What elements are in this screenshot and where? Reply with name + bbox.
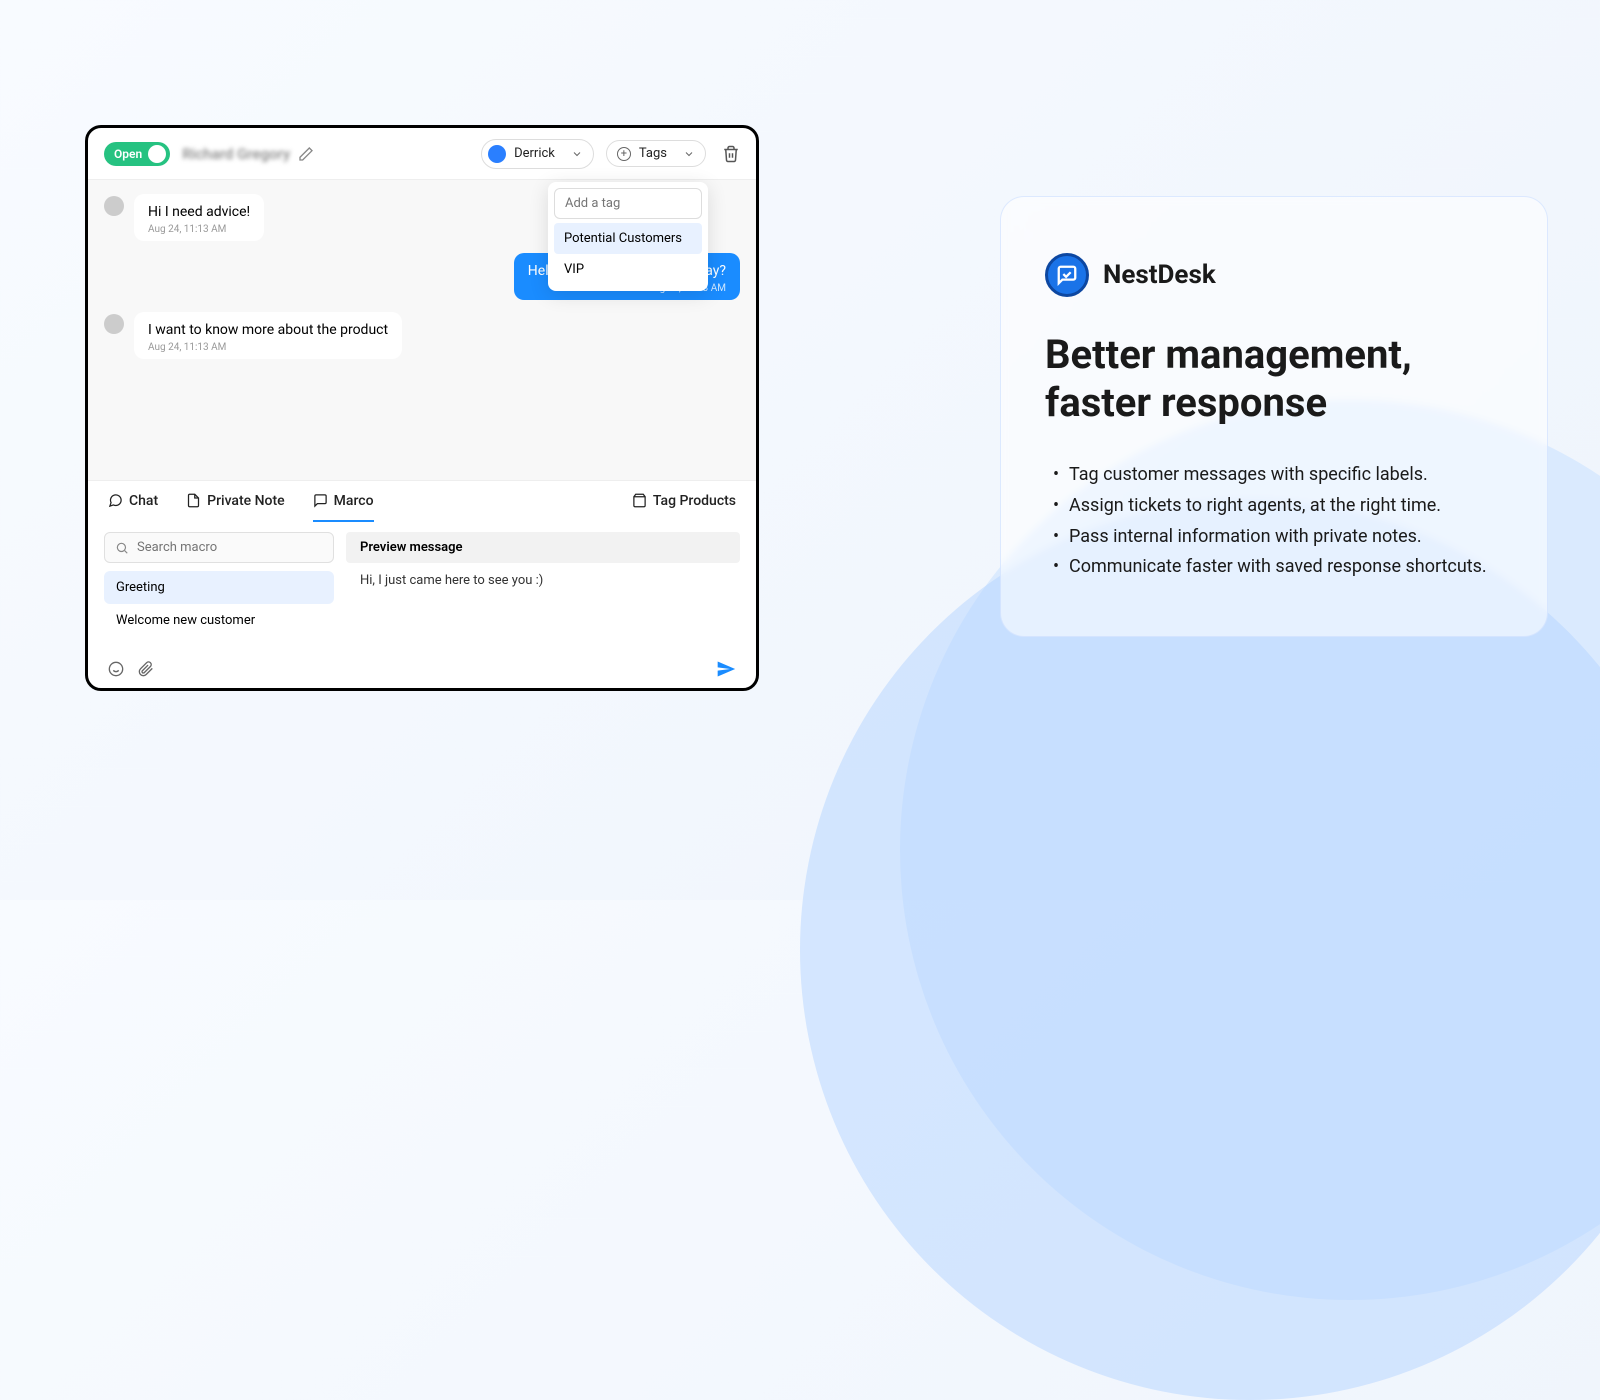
- chat-app-window: Open Richard Gregory Derrick + Tags: [85, 125, 759, 691]
- assignee-avatar: [488, 145, 506, 163]
- tag-dropdown-panel: Potential Customers VIP: [548, 182, 708, 291]
- tags-label: Tags: [639, 146, 667, 161]
- message-text: I want to know more about the product: [148, 322, 388, 338]
- customer-avatar: [104, 196, 124, 216]
- plus-circle-icon: +: [617, 147, 631, 161]
- tab-label: Marco: [334, 493, 374, 509]
- macro-item[interactable]: Welcome new customer: [104, 604, 334, 637]
- tag-option[interactable]: VIP: [554, 254, 702, 285]
- tab-tag-products[interactable]: Tag Products: [632, 481, 736, 522]
- tab-chat[interactable]: Chat: [108, 481, 158, 522]
- tag-option[interactable]: Potential Customers: [554, 223, 702, 254]
- emoji-icon[interactable]: [108, 661, 124, 677]
- promo-bullet: Communicate faster with saved response s…: [1045, 553, 1503, 582]
- promo-bullet: Assign tickets to right agents, at the r…: [1045, 492, 1503, 521]
- tab-label: Tag Products: [653, 493, 736, 509]
- message-timestamp: Aug 24, 11:13 AM: [148, 224, 250, 235]
- macro-panel: Greeting Welcome new customer Preview me…: [88, 522, 756, 650]
- promo-bullet: Pass internal information with private n…: [1045, 523, 1503, 552]
- tab-private-note[interactable]: Private Note: [186, 481, 285, 522]
- chat-header: Open Richard Gregory Derrick + Tags: [88, 128, 756, 180]
- preview-header: Preview message: [346, 532, 740, 563]
- promo-headline: Better management, faster response: [1045, 331, 1503, 427]
- edit-icon[interactable]: [298, 146, 314, 162]
- promo-bullet: Tag customer messages with specific labe…: [1045, 461, 1503, 490]
- send-button[interactable]: [716, 659, 736, 679]
- tag-products-icon: [632, 493, 647, 508]
- status-toggle[interactable]: Open: [104, 142, 170, 166]
- message-row: I want to know more about the product Au…: [104, 312, 740, 359]
- message-bubble: I want to know more about the product Au…: [134, 312, 402, 359]
- chevron-down-icon: [571, 148, 583, 160]
- macro-item[interactable]: Greeting: [104, 571, 334, 604]
- macro-search[interactable]: [104, 532, 334, 563]
- message-text: Hi I need advice!: [148, 204, 250, 220]
- composer-footer: [88, 650, 756, 688]
- conversation-body: Hi I need advice! Aug 24, 11:13 AM Hello…: [88, 180, 756, 480]
- preview-text: Hi, I just came here to see you :): [346, 573, 740, 588]
- promo-card: NestDesk Better management, faster respo…: [1000, 196, 1548, 637]
- message-bubble: Hi I need advice! Aug 24, 11:13 AM: [134, 194, 264, 241]
- attachment-icon[interactable]: [138, 661, 154, 677]
- trash-icon[interactable]: [722, 145, 740, 163]
- brand-logo: NestDesk: [1045, 253, 1503, 297]
- chat-icon: [108, 493, 123, 508]
- tab-marco[interactable]: Marco: [313, 481, 374, 522]
- assignee-dropdown[interactable]: Derrick: [481, 139, 594, 169]
- brand-name: NestDesk: [1103, 260, 1216, 290]
- assignee-name: Derrick: [514, 146, 555, 161]
- promo-bullet-list: Tag customer messages with specific labe…: [1045, 461, 1503, 582]
- tab-label: Private Note: [207, 493, 285, 509]
- search-icon: [115, 541, 129, 555]
- tags-dropdown[interactable]: + Tags: [606, 140, 706, 167]
- tab-label: Chat: [129, 493, 158, 509]
- macro-icon: [313, 493, 328, 508]
- status-label: Open: [114, 147, 142, 161]
- customer-name: Richard Gregory: [182, 145, 290, 163]
- macro-preview-pane: Preview message Hi, I just came here to …: [346, 532, 740, 640]
- macro-list-pane: Greeting Welcome new customer: [104, 532, 334, 640]
- macro-search-input[interactable]: [137, 540, 323, 555]
- chevron-down-icon: [683, 148, 695, 160]
- message-timestamp: Aug 24, 11:13 AM: [148, 342, 388, 353]
- logo-badge: [1045, 253, 1089, 297]
- toggle-knob: [148, 145, 166, 163]
- note-icon: [186, 493, 201, 508]
- compose-tabs: Chat Private Note Marco Tag Products: [88, 480, 756, 522]
- tag-search-input[interactable]: [554, 188, 702, 219]
- customer-avatar: [104, 314, 124, 334]
